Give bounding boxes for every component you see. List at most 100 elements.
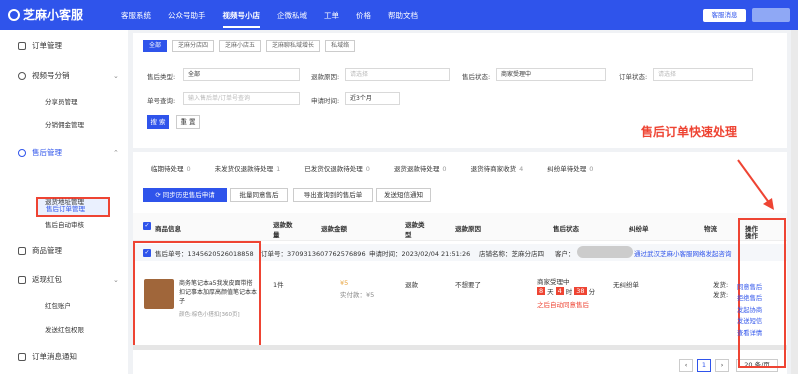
- chevron-down-icon: ⌄: [113, 71, 119, 80]
- col-type: 退款类型: [405, 221, 425, 239]
- batch-agree-button[interactable]: 批量同意售后: [230, 188, 288, 202]
- nav-ticket[interactable]: 工单: [324, 10, 339, 28]
- sidebar-order-notify[interactable]: 订单消息通知: [0, 351, 128, 362]
- next-page-button[interactable]: ›: [715, 359, 729, 372]
- aftersale-icon: [18, 148, 26, 157]
- tab-return-refund[interactable]: 退货退款待处理 0: [394, 163, 447, 173]
- order-list-panel: 临期待处理 0 未发货仅退款待处理 1 已发货仅退款待处理 0 退货退款待处理 0 退货…: [133, 152, 787, 374]
- apply-time: 申请时间：2023/02/04 21:51:26: [369, 250, 471, 258]
- col-status: 售后状态: [553, 225, 579, 233]
- customer-avatar: [577, 246, 633, 258]
- product-title[interactable]: 商务笔记本a5我发皮面带搭扣记事本加厚高颜值笔记本本子: [179, 279, 257, 306]
- chevron-down-icon: ⌄: [113, 275, 119, 284]
- top-nav: 客服系统 公众号助手 视频号小店 企微私域 工单 价格 帮助文档: [121, 10, 418, 28]
- horizontal-scrollbar[interactable]: [133, 345, 787, 350]
- shop-tag[interactable]: 芝麻分店四: [172, 40, 215, 52]
- status-label: 售后状态:: [462, 73, 491, 81]
- consult-link[interactable]: 通过武汉芝麻小客服网络发起咨询: [634, 248, 732, 258]
- reason-select[interactable]: 请选择: [345, 68, 450, 81]
- view-details-link[interactable]: 查看详情: [737, 328, 762, 337]
- sidebar-redpack[interactable]: 返现红包 ⌄: [0, 274, 128, 285]
- chevron-up-icon: ⌃: [113, 148, 119, 157]
- negotiate-link[interactable]: 发起协商: [737, 305, 762, 314]
- shop-tag[interactable]: 私域络: [325, 40, 356, 52]
- prev-page-button[interactable]: ‹: [679, 359, 693, 372]
- nav-price[interactable]: 价格: [356, 10, 371, 28]
- order-no-input[interactable]: 输入售后单/订单号查询: [183, 92, 300, 105]
- tab-shipped-refund[interactable]: 已发货仅退款待处理 0: [304, 163, 370, 173]
- sidebar-item-redpack-account[interactable]: 红包账户: [45, 300, 71, 310]
- col-logistics: 物流: [704, 225, 717, 233]
- send-sms-button[interactable]: 发送短信通知: [376, 188, 431, 202]
- countdown-minutes: 38: [574, 287, 587, 295]
- col-amount: 退款金额: [321, 225, 347, 233]
- reason-label: 退款原因:: [311, 73, 340, 81]
- service-message-button[interactable]: 客服消息: [703, 9, 746, 22]
- nav-docs[interactable]: 帮助文档: [388, 10, 418, 28]
- logo-icon: [8, 8, 20, 21]
- tab-await-receive[interactable]: 退货待商家收货 4: [471, 163, 524, 173]
- sidebar-item-auto-review[interactable]: 售后自动审核: [45, 219, 84, 229]
- type-label: 售后类型:: [147, 73, 176, 81]
- paid-amount: 实付款：¥5: [340, 291, 375, 299]
- reset-button[interactable]: 重 置: [176, 115, 200, 129]
- sidebar-order-mgmt[interactable]: 订单管理: [0, 40, 128, 51]
- shop-tag[interactable]: 芝麻小店五: [219, 40, 262, 52]
- user-avatar[interactable]: [752, 8, 790, 22]
- sidebar-item-redpack-perm[interactable]: 发送红包权限: [45, 324, 84, 334]
- sidebar-item-return-addr[interactable]: 退货地址管理: [45, 196, 84, 206]
- auto-agree-note: 之后自动同意售后: [537, 301, 589, 309]
- sync-history-button[interactable]: ⟳ 同步历史售后申请: [143, 188, 227, 202]
- col-qty: 退款数量: [273, 221, 293, 239]
- video-icon: [18, 71, 26, 80]
- export-button[interactable]: 导出查询到的售后单: [293, 188, 373, 202]
- dispute-status: 无纠纷单: [613, 281, 639, 289]
- goods-icon: [18, 246, 26, 255]
- table-header: ✓ 商品信息 退款数量 退款金额 退款类型 退款原因 售后状态 纠纷单 物流 操…: [133, 213, 787, 241]
- sidebar-goods[interactable]: 商品管理: [0, 245, 128, 256]
- redpack-icon: [18, 275, 26, 284]
- status-tabs: 临期待处理 0 未发货仅退款待处理 1 已发货仅退款待处理 0 退货退款待处理 0 退货…: [151, 163, 593, 173]
- sidebar-video-dist[interactable]: 视频号分销 ⌄: [0, 70, 128, 81]
- shop-name: 店铺名称：芝麻分店四: [479, 250, 544, 258]
- refund-type: 退款: [405, 281, 418, 289]
- search-button[interactable]: 搜 索: [147, 115, 169, 129]
- sidebar: 订单管理 视频号分销 ⌄ 分享员管理 分销佣金管理 售后管理 ⌃ 售后订单管理 退货…: [0, 30, 128, 374]
- agree-aftersale-link[interactable]: 同意售后: [737, 282, 762, 291]
- refund-reason: 不想要了: [455, 281, 481, 289]
- shop-tag-all[interactable]: 全部: [143, 40, 168, 52]
- actions-header: 操作: [745, 232, 758, 240]
- aftersale-status: 商家受理中: [537, 278, 570, 286]
- tab-due[interactable]: 临期待处理 0: [151, 163, 191, 173]
- vertical-scrollbar[interactable]: [791, 30, 798, 374]
- product-sku: 颜色:棕色小搭扣[360页]: [179, 312, 240, 318]
- order-icon: [18, 41, 26, 50]
- nav-kefu[interactable]: 客服系统: [121, 10, 151, 28]
- apply-time-select[interactable]: 近3个月: [345, 92, 400, 105]
- app-logo[interactable]: 芝麻小客服: [8, 6, 83, 23]
- aftersale-type-select[interactable]: 全部: [183, 68, 300, 81]
- select-all-checkbox[interactable]: ✓: [143, 222, 151, 230]
- notify-icon: [18, 352, 26, 361]
- nav-video-shop[interactable]: 视频号小店: [222, 10, 260, 28]
- tab-dispute[interactable]: 纠纷单待处理 0: [547, 163, 593, 173]
- refund-amount: ¥5: [340, 279, 349, 287]
- send-sms-link[interactable]: 发送短信: [737, 316, 762, 325]
- sidebar-item-commission[interactable]: 分销佣金管理: [45, 119, 84, 129]
- page-number[interactable]: 1: [697, 359, 711, 372]
- nav-gzh[interactable]: 公众号助手: [168, 10, 206, 28]
- logistics-2: 发货:: [713, 291, 729, 299]
- nav-wecom[interactable]: 企微私域: [277, 10, 307, 28]
- apply-time-label: 申请时间:: [311, 97, 340, 105]
- sidebar-aftersale[interactable]: 售后管理 ⌃: [0, 147, 128, 158]
- countdown: 8天 4时 38 分: [537, 287, 596, 296]
- status-select[interactable]: 商家受理中: [496, 68, 606, 81]
- reject-aftersale-link[interactable]: 拒绝售后: [737, 293, 762, 302]
- sync-icon: ⟳: [155, 191, 163, 199]
- shop-tag[interactable]: 芝麻聊私域增长: [266, 40, 321, 52]
- order-no-label: 单号查询:: [147, 97, 176, 105]
- order-status-select[interactable]: 请选择: [653, 68, 753, 81]
- sidebar-item-sharer[interactable]: 分享员管理: [45, 96, 78, 106]
- tab-unshipped-refund[interactable]: 未发货仅退款待处理 1: [215, 163, 281, 173]
- top-bar: 芝麻小客服 客服系统 公众号助手 视频号小店 企微私域 工单 价格 帮助文档 客…: [0, 0, 798, 30]
